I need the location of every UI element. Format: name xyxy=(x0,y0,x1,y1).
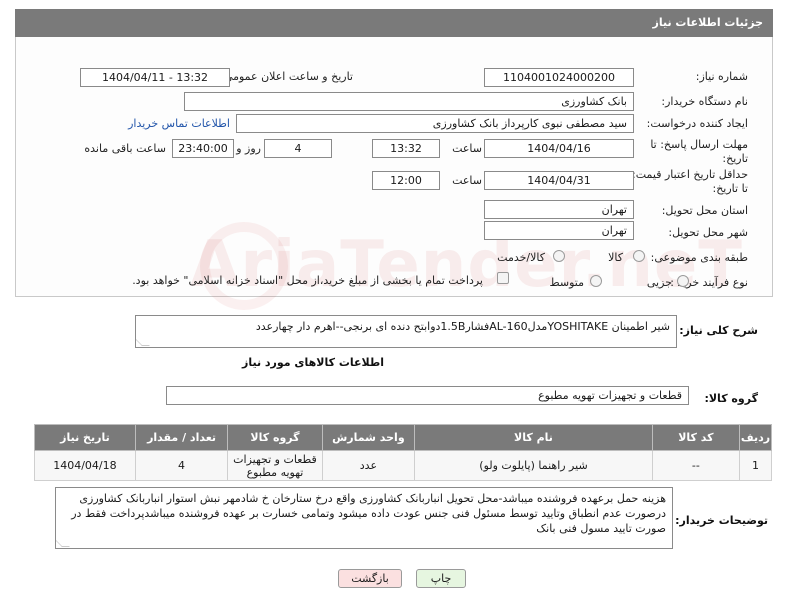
col-group: گروه کالا xyxy=(227,424,323,451)
cell-code: -- xyxy=(651,450,740,481)
validity-date-field: 1404/04/31 xyxy=(484,171,634,190)
cell-qty: 4 xyxy=(134,450,229,481)
cell-date: 1404/04/18 xyxy=(34,450,136,481)
col-unit: واحد شمارش xyxy=(321,424,416,451)
goods-table: ردیف کد کالا نام کالا واحد شمارش گروه کا… xyxy=(34,424,773,481)
process-medium-label: متوسط xyxy=(549,276,584,289)
col-row: ردیف xyxy=(738,424,773,451)
goods-table-header: ردیف کد کالا نام کالا واحد شمارش گروه کا… xyxy=(34,424,773,451)
goods-group-field: قطعات و تجهیزات تهویه مطبوع xyxy=(166,386,689,405)
category-goods-service-radio[interactable] xyxy=(553,250,565,262)
remaining-time-field: 23:40:00 xyxy=(172,139,234,158)
goods-info-title: اطلاعات کالاهای مورد نیاز xyxy=(242,356,384,369)
cell-group: قطعات و تجهیزات تهویه مطبوع xyxy=(227,450,323,481)
reply-deadline-label: مهلت ارسال پاسخ: تا xyxy=(650,138,748,151)
cell-name: شیر راهنما (پایلوت ولو) xyxy=(414,450,653,481)
buyer-contact-link[interactable]: اطلاعات تماس خریدار xyxy=(128,117,230,130)
treasury-payment-checkbox[interactable] xyxy=(497,272,509,284)
reply-date-field: 1404/04/16 xyxy=(484,139,634,158)
back-button[interactable]: بازگشت xyxy=(338,569,402,588)
remaining-label: ساعت باقی مانده xyxy=(84,142,166,155)
category-label: طبقه بندی موضوعی: xyxy=(650,251,748,264)
resize-grip-icon[interactable] xyxy=(136,338,150,346)
process-minor-radio[interactable] xyxy=(677,275,689,287)
reply-deadline-label-2: تاریخ: xyxy=(722,152,748,165)
validity-label-2: تا تاریخ: xyxy=(712,182,748,195)
city-label: شهر محل تحویل: xyxy=(668,226,748,239)
validity-label: حداقل تاریخ اعتبار قیمت: xyxy=(632,168,748,181)
province-field: تهران xyxy=(484,200,634,219)
goods-group-label: گروه کالا: xyxy=(704,392,758,405)
buyer-notes-text: هزینه حمل برعهده فروشنده میباشد-محل تحوی… xyxy=(71,492,666,535)
buyer-org-label: نام دستگاه خریدار: xyxy=(661,95,748,108)
panel-header: جزئیات اطلاعات نیاز xyxy=(15,9,773,37)
creator-label: ایجاد کننده درخواست: xyxy=(646,117,748,130)
announce-label: تاریخ و ساعت اعلان عمومی: xyxy=(220,70,353,83)
buyer-notes-label: توضیحات خریدار: xyxy=(675,514,768,527)
col-date: تاریخ نیاز xyxy=(34,424,136,451)
col-qty: تعداد / مقدار xyxy=(134,424,229,451)
announce-datetime-field: 1404/04/11 - 13:32 xyxy=(80,68,230,87)
buyer-org-field: بانک کشاورزی xyxy=(184,92,634,111)
days-label: روز و xyxy=(236,142,261,155)
process-medium-radio[interactable] xyxy=(590,275,602,287)
buyer-notes-textarea[interactable]: هزینه حمل برعهده فروشنده میباشد-محل تحوی… xyxy=(55,487,673,549)
description-textarea[interactable]: شیر اطمینان YOSHITAKEمدلAL-160فشار1.5Bدو… xyxy=(135,315,677,348)
creator-field: سید مصطفی نبوی کارپرداز بانک کشاورزی xyxy=(236,114,634,133)
description-label: شرح کلی نیاز: xyxy=(679,324,758,337)
city-field: تهران xyxy=(484,221,634,240)
cell-unit: عدد xyxy=(321,450,416,481)
payment-note: پرداخت تمام یا بخشی از مبلغ خرید،از محل … xyxy=(132,274,483,287)
need-number-label: شماره نیاز: xyxy=(695,70,748,83)
need-number-field: 1104001024000200 xyxy=(484,68,634,87)
reply-time-label: ساعت xyxy=(452,142,482,155)
col-name: نام کالا xyxy=(414,424,653,451)
validity-time-label: ساعت xyxy=(452,174,482,187)
description-text: شیر اطمینان YOSHITAKEمدلAL-160فشار1.5Bدو… xyxy=(255,320,670,333)
days-remaining-field: 4 xyxy=(264,139,332,158)
category-goods-radio[interactable] xyxy=(633,250,645,262)
cell-row: 1 xyxy=(738,450,773,481)
category-goods-service-label: کالا/خدمت xyxy=(497,251,545,264)
table-row: 1 -- شیر راهنما (پایلوت ولو) عدد قطعات و… xyxy=(34,450,773,481)
validity-time-field: 12:00 xyxy=(372,171,440,190)
process-minor-label: جزیی xyxy=(646,276,672,289)
province-label: استان محل تحویل: xyxy=(661,204,748,217)
print-button[interactable]: چاپ xyxy=(416,569,466,588)
category-goods-label: کالا xyxy=(608,251,623,264)
resize-grip-icon[interactable] xyxy=(56,539,70,547)
reply-time-field: 13:32 xyxy=(372,139,440,158)
col-code: کد کالا xyxy=(651,424,740,451)
